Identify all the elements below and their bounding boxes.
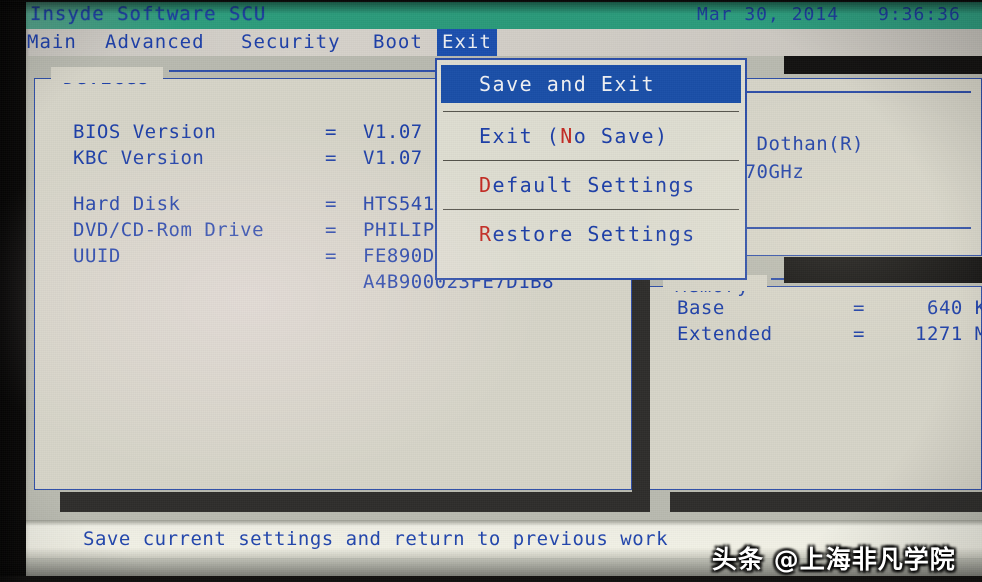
photo-shadow-band-top-right (784, 56, 982, 74)
title-bar: Insyde Software SCU Mar 30, 2014 9:36:36 (0, 2, 982, 29)
tab-boot[interactable]: Boot (368, 30, 428, 54)
uuid-label: UUID (73, 245, 121, 267)
exit-dropdown-menu[interactable]: Save and Exit Exit (No Save) Default Set… (435, 58, 747, 280)
memory-base-label: Base (677, 297, 725, 319)
memory-base-value: 640 KB (927, 297, 982, 319)
photo-shadow-band-right-middle (784, 257, 982, 283)
hotkey-letter: R (479, 222, 493, 246)
monitor-bezel-bottom (0, 576, 982, 582)
equals-sign: = (325, 193, 337, 215)
memory-extended-label: Extended (677, 323, 773, 345)
menu-item-restore-settings[interactable]: Restore Settings (437, 210, 745, 258)
menu-item-label: Save and Exit (479, 72, 656, 96)
status-help-text: Save current settings and return to prev… (83, 528, 669, 550)
tab-exit[interactable]: Exit (437, 29, 497, 56)
equals-sign: = (853, 323, 865, 345)
menu-bar: Main Advanced Security Boot Exit (0, 29, 982, 56)
equals-sign: = (325, 147, 337, 169)
app-title: Insyde Software SCU (30, 3, 267, 25)
bios-version-value: V1.07 (363, 121, 423, 143)
memory-extended-value: 1271 MB (915, 323, 982, 345)
tab-advanced[interactable]: Advanced (100, 30, 210, 54)
optical-drive-label: DVD/CD-Rom Drive (73, 219, 265, 241)
equals-sign: = (325, 121, 337, 143)
menu-item-default-settings[interactable]: Default Settings (437, 161, 745, 209)
watermark-text: 头条 @上海非凡学院 (712, 545, 956, 574)
panel-shadow-band (60, 492, 632, 512)
equals-sign: = (325, 219, 337, 241)
tab-main[interactable]: Main (22, 30, 82, 54)
hard-disk-label: Hard Disk (73, 193, 181, 215)
kbc-version-label: KBC Version (73, 147, 205, 169)
equals-sign: = (325, 245, 337, 267)
panel-shadow-band (670, 492, 982, 512)
memory-panel: Memory Base = 640 KB Extended = 1271 MB (646, 275, 982, 490)
hotkey-letter: D (479, 173, 493, 197)
kbc-version-value: V1.07 (363, 147, 423, 169)
monitor-bezel-top (0, 0, 982, 2)
system-date: Mar 30, 2014 (697, 4, 840, 25)
system-time: 9:36:36 (878, 4, 961, 25)
monitor-bezel-left (0, 0, 26, 582)
equals-sign: = (853, 297, 865, 319)
bios-screen: Insyde Software SCU Mar 30, 2014 9:36:36… (0, 2, 982, 576)
hotkey-letter: N (560, 124, 574, 148)
menu-item-save-and-exit[interactable]: Save and Exit (441, 65, 741, 103)
menu-item-exit-no-save[interactable]: Exit (No Save) (437, 112, 745, 160)
photograph-of-bios-screen: Insyde Software SCU Mar 30, 2014 9:36:36… (0, 0, 982, 582)
tab-security[interactable]: Security (236, 30, 346, 54)
bios-version-label: BIOS Version (73, 121, 217, 143)
